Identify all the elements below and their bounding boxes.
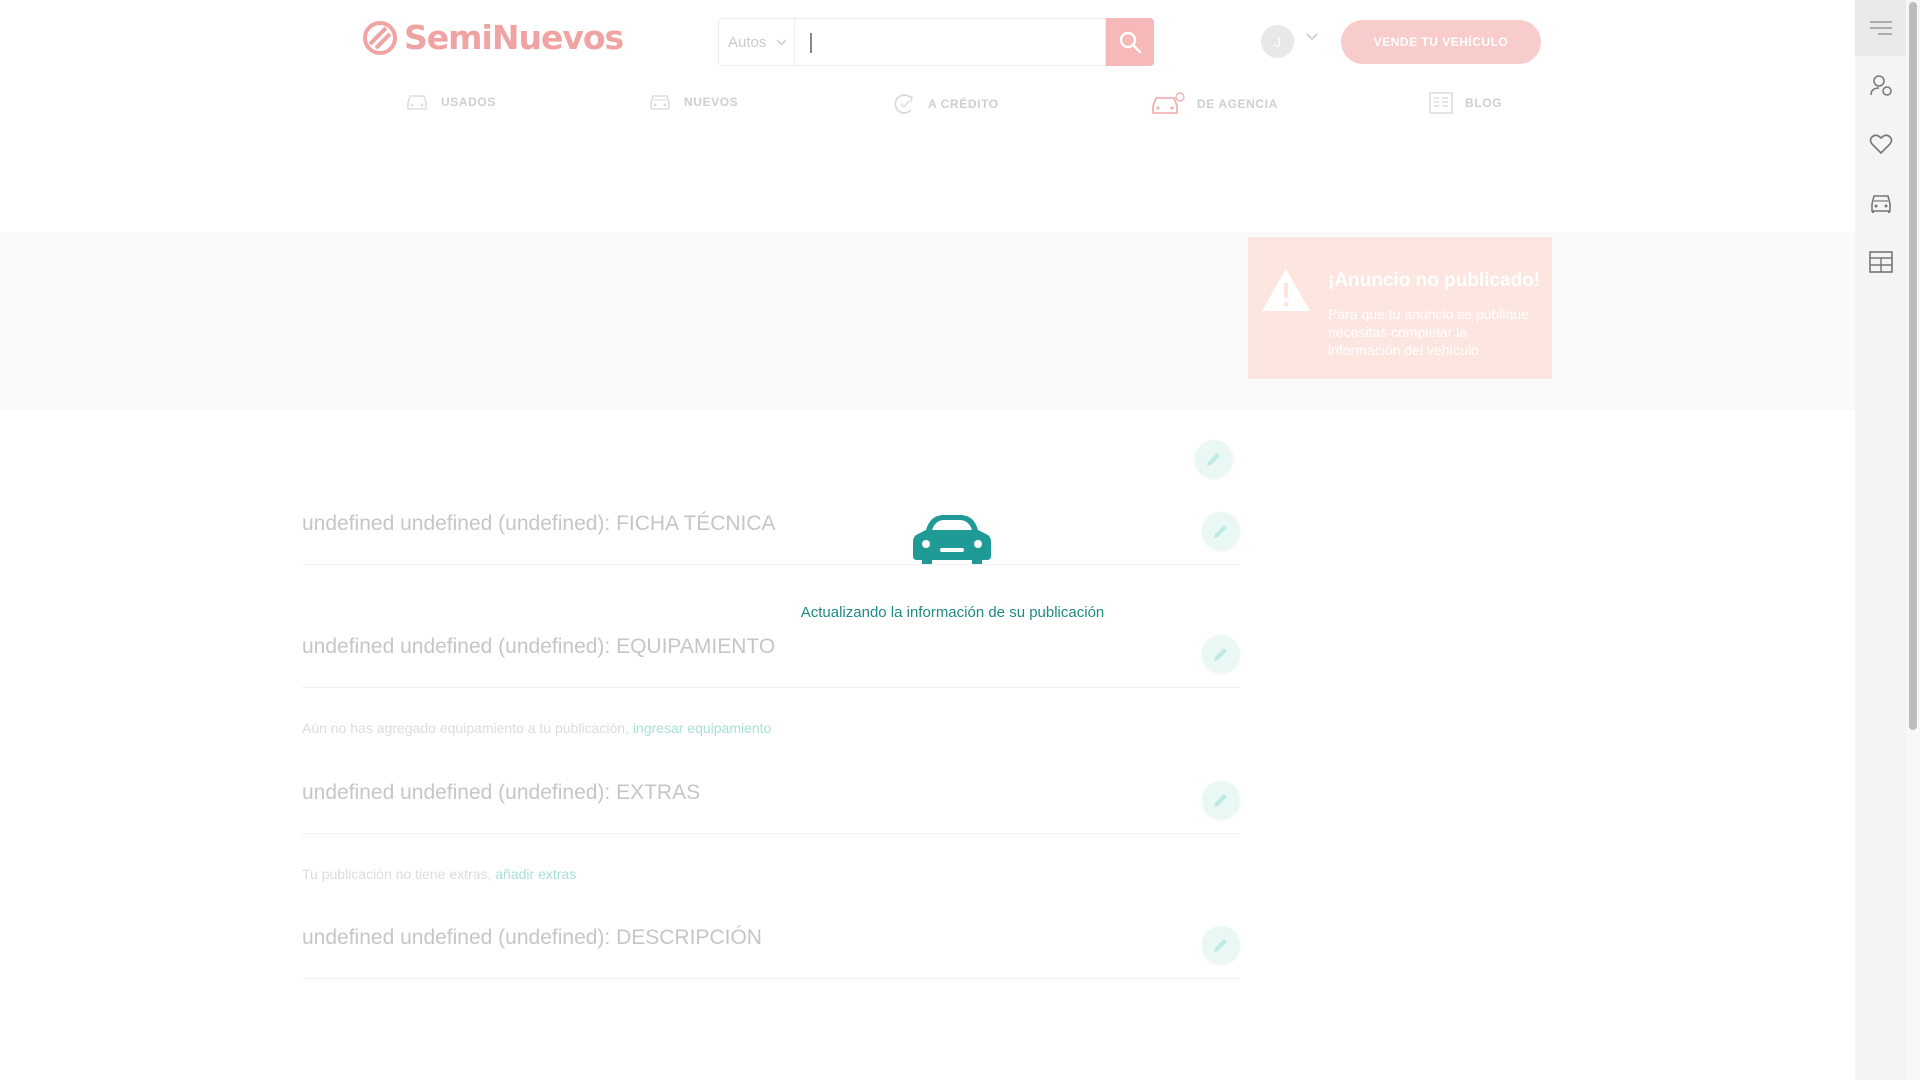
- sidebar-menu-button[interactable]: [1855, 0, 1906, 56]
- dealer-car-icon: [1152, 92, 1185, 114]
- equipamiento-note: Aún no has agregado equipamiento a tu pu…: [302, 720, 771, 736]
- main-nav: USADOS NUEVOS A CRÉDITO DE AGENCIA BLOG: [0, 92, 1855, 126]
- section-title-equipamiento: undefined undefined (undefined): EQUIPAM…: [302, 635, 776, 658]
- site-header: SemiNuevos Autos J VENDE TU VEHÍCULO USA…: [0, 0, 1855, 140]
- logo-text: SemiNuevos: [404, 18, 624, 57]
- search-bar: Autos: [718, 18, 1154, 66]
- add-extras-link[interactable]: añadir extras: [495, 866, 576, 882]
- pencil-icon: [1214, 525, 1227, 538]
- warning-icon: [1262, 269, 1310, 311]
- loading-message: Actualizando la información de su public…: [800, 604, 1105, 621]
- text-cursor: [810, 33, 812, 53]
- equipamiento-note-text: Aún no has agregado equipamiento a tu pu…: [302, 720, 629, 736]
- divider: [302, 978, 1240, 979]
- heart-icon: [1869, 134, 1892, 155]
- pencil-icon: [1214, 648, 1227, 661]
- site-logo[interactable]: SemiNuevos: [362, 18, 624, 57]
- nav-label: USADOS: [441, 95, 496, 109]
- sell-vehicle-button[interactable]: VENDE TU VEHÍCULO: [1341, 20, 1541, 64]
- nav-item-nuevos[interactable]: NUEVOS: [648, 92, 738, 112]
- unpublished-alert: ¡Anuncio no publicado! Para que tu anunc…: [1248, 237, 1552, 379]
- sidebar-listings-button[interactable]: [1855, 234, 1906, 290]
- pencil-icon: [1207, 453, 1220, 466]
- add-equipment-link[interactable]: ingresar equipamiento: [633, 720, 772, 736]
- sidebar-favorites-button[interactable]: [1855, 116, 1906, 172]
- chevron-down-icon: [776, 39, 787, 45]
- section-title-ficha: undefined undefined (undefined): FICHA T…: [302, 512, 776, 535]
- avatar[interactable]: J: [1261, 25, 1294, 58]
- sidebar-vehicles-button[interactable]: [1855, 175, 1906, 231]
- nav-label: NUEVOS: [684, 95, 739, 109]
- car-icon: [1870, 195, 1891, 213]
- edit-descripcion-button[interactable]: [1202, 926, 1240, 964]
- new-car-icon: [650, 95, 670, 110]
- sidebar-account-button[interactable]: [1855, 57, 1906, 113]
- chevron-down-icon[interactable]: [1306, 33, 1318, 41]
- nav-item-credito[interactable]: A CRÉDITO: [892, 92, 999, 116]
- section-title-descripcion: undefined undefined (undefined): DESCRIP…: [302, 926, 762, 949]
- extras-note-text: Tu publicación no tiene extras,: [302, 866, 492, 882]
- credit-icon: [894, 94, 913, 114]
- search-icon: [1119, 31, 1142, 54]
- divider: [302, 687, 1240, 688]
- logo-icon: [363, 20, 397, 55]
- car-icon: [407, 95, 427, 110]
- blog-icon: [1429, 92, 1453, 114]
- user-settings-icon: [1869, 75, 1892, 96]
- nav-item-agencia[interactable]: DE AGENCIA: [1151, 92, 1278, 116]
- edit-ficha-button[interactable]: [1202, 512, 1240, 550]
- section-title-extras: undefined undefined (undefined): EXTRAS: [302, 781, 701, 804]
- search-button[interactable]: [1106, 18, 1154, 66]
- nav-label: BLOG: [1465, 96, 1503, 110]
- nav-label: A CRÉDITO: [928, 97, 999, 111]
- divider: [302, 564, 1240, 565]
- edit-main-button[interactable]: [1195, 440, 1233, 478]
- search-input[interactable]: [794, 18, 1106, 66]
- nav-item-usados[interactable]: USADOS: [405, 92, 496, 112]
- alert-text: Para que tu anuncio se publique necesita…: [1328, 306, 1529, 358]
- pencil-icon: [1214, 939, 1227, 952]
- alert-title: ¡Anuncio no publicado!: [1328, 270, 1541, 291]
- scrollbar-thumb[interactable]: [1909, 2, 1917, 730]
- search-category-select[interactable]: Autos: [718, 18, 794, 66]
- extras-note: Tu publicación no tiene extras, añadir e…: [302, 866, 576, 882]
- edit-extras-button[interactable]: [1202, 781, 1240, 819]
- page-scrollbar[interactable]: [1906, 0, 1920, 1080]
- nav-label: DE AGENCIA: [1197, 97, 1278, 111]
- menu-icon: [1869, 21, 1892, 35]
- divider: [302, 833, 1240, 834]
- right-sidebar: [1855, 0, 1906, 1080]
- nav-item-blog[interactable]: BLOG: [1429, 92, 1502, 114]
- grid-icon: [1868, 251, 1893, 273]
- loading-car-icon: [913, 515, 991, 564]
- pencil-icon: [1214, 794, 1227, 807]
- edit-equipamiento-button[interactable]: [1202, 635, 1240, 673]
- gallery-placeholder: [0, 232, 1855, 410]
- avatar-initial: J: [1274, 33, 1281, 50]
- search-category-value: Autos: [728, 33, 767, 51]
